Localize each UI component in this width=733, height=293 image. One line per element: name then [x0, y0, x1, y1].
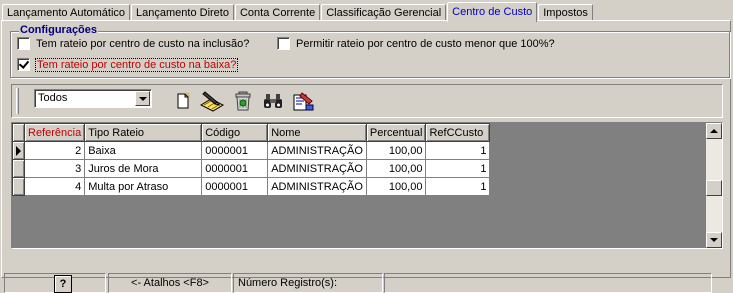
shortcuts-label: <- Atalhos <F8> — [131, 277, 209, 289]
rateio-table: Referência Tipo Rateio Código Nome Perce… — [12, 123, 491, 196]
config-group: Configurações Tem rateio por centro de c… — [10, 24, 730, 78]
cell-percentual[interactable]: 100,00 — [365, 141, 427, 160]
config-group-title: Configurações — [19, 24, 99, 36]
filter-select-value: Todos — [38, 92, 68, 104]
records-label: Número Registro(s): — [238, 277, 338, 289]
row-indicator[interactable] — [12, 177, 25, 196]
arrow-up-icon — [710, 129, 718, 133]
table-row[interactable]: 3 Juros de Mora 0000001 ADMINISTRAÇÃO 10… — [12, 159, 491, 178]
scroll-up-button[interactable] — [706, 123, 722, 139]
status-bar: ? <- Atalhos <F8> Número Registro(s): — [4, 273, 733, 293]
cell-tipo-rateio[interactable]: Juros de Mora — [84, 159, 203, 178]
cell-tipo-rateio[interactable]: Baixa — [84, 141, 203, 160]
report-button[interactable] — [292, 90, 314, 112]
cell-referencia[interactable]: 2 — [23, 141, 86, 160]
label-rateio-inclusao: Tem rateio por centro de custo na inclus… — [36, 37, 250, 50]
arrow-down-icon — [710, 238, 718, 242]
cell-referencia[interactable]: 3 — [23, 159, 86, 178]
header-indicator — [12, 123, 25, 142]
table-row[interactable]: 2 Baixa 0000001 ADMINISTRAÇÃO 100,00 1 — [12, 141, 491, 160]
checkbox-rateio-baixa[interactable] — [17, 58, 30, 71]
filter-select[interactable]: Todos — [34, 89, 152, 108]
toolbar: Todos — [11, 84, 723, 118]
cell-nome[interactable]: ADMINISTRAÇÃO — [267, 141, 367, 160]
cell-referencia[interactable]: 4 — [23, 177, 86, 196]
tab-classificacao-gerencial[interactable]: Classificação Gerencial — [321, 4, 447, 21]
report-icon — [293, 92, 314, 111]
checkbox-rateio-inclusao[interactable] — [17, 37, 30, 50]
tab-impostos[interactable]: Impostos — [538, 4, 593, 21]
status-panel-help: ? — [4, 273, 106, 293]
scroll-down-button[interactable] — [706, 232, 722, 248]
tab-conta-corrente[interactable]: Conta Corrente — [234, 4, 321, 21]
row-indicator[interactable] — [12, 159, 25, 178]
tab-centro-de-custo[interactable]: Centro de Custo — [447, 2, 538, 22]
cell-refccusto[interactable]: 1 — [425, 141, 491, 160]
toolbar-grip[interactable] — [16, 88, 19, 114]
search-button[interactable] — [262, 90, 284, 112]
rateio-grid: Referência Tipo Rateio Código Nome Perce… — [11, 122, 723, 249]
option-rateio-menor-100[interactable]: Permitir rateio por centro de custo meno… — [277, 37, 555, 50]
binoculars-search-icon — [264, 94, 282, 108]
cell-tipo-rateio[interactable]: Multa por Atraso — [84, 177, 203, 196]
tab-bar: Lançamento Automático Lançamento Direto … — [2, 2, 594, 22]
current-row-arrow-icon — [16, 145, 21, 156]
label-rateio-baixa: Tem rateio por centro de custo na baixa? — [34, 57, 239, 72]
edit-button[interactable] — [198, 90, 226, 112]
checkbox-rateio-menor-100[interactable] — [277, 37, 290, 50]
status-panel-empty — [384, 273, 712, 293]
status-panel-records: Número Registro(s): — [233, 273, 383, 293]
table-header-row: Referência Tipo Rateio Código Nome Perce… — [12, 123, 491, 142]
column-header-nome[interactable]: Nome — [267, 123, 367, 142]
cell-refccusto[interactable]: 1 — [425, 159, 491, 178]
cell-percentual[interactable]: 100,00 — [365, 159, 427, 178]
tab-panel: Configurações Tem rateio por centro de c… — [1, 20, 731, 293]
cell-codigo[interactable]: 0000001 — [201, 177, 269, 196]
cell-codigo[interactable]: 0000001 — [201, 141, 269, 160]
scroll-thumb[interactable] — [706, 180, 722, 196]
help-button[interactable]: ? — [54, 275, 72, 293]
status-panel-shortcuts: <- Atalhos <F8> — [108, 273, 232, 293]
delete-button[interactable] — [232, 90, 254, 112]
new-document-icon — [177, 92, 191, 109]
chevron-down-icon — [138, 96, 147, 101]
cell-nome[interactable]: ADMINISTRAÇÃO — [267, 177, 367, 196]
column-header-percentual[interactable]: Percentual — [365, 123, 427, 142]
table-row[interactable]: 4 Multa por Atraso 0000001 ADMINISTRAÇÃO… — [12, 177, 491, 196]
column-header-tipo-rateio[interactable]: Tipo Rateio — [84, 123, 203, 142]
tab-lancamento-direto[interactable]: Lançamento Direto — [131, 4, 234, 21]
cell-nome[interactable]: ADMINISTRAÇÃO — [267, 159, 367, 178]
new-button[interactable] — [172, 90, 194, 112]
column-header-refccusto[interactable]: RefCCusto — [425, 123, 491, 142]
label-rateio-menor-100: Permitir rateio por centro de custo meno… — [296, 37, 555, 50]
grid-vertical-scrollbar[interactable] — [706, 123, 722, 248]
option-rateio-baixa[interactable]: Tem rateio por centro de custo na baixa? — [17, 57, 239, 72]
cell-codigo[interactable]: 0000001 — [201, 159, 269, 178]
column-header-referencia[interactable]: Referência — [23, 123, 86, 142]
option-rateio-inclusao[interactable]: Tem rateio por centro de custo na inclus… — [17, 37, 249, 50]
tab-lancamento-automatico[interactable]: Lançamento Automático — [2, 4, 131, 21]
column-header-codigo[interactable]: Código — [201, 123, 269, 142]
cell-refccusto[interactable]: 1 — [425, 177, 491, 196]
filter-dropdown-button[interactable] — [135, 91, 150, 106]
delete-bin-icon — [235, 91, 251, 111]
cell-percentual[interactable]: 100,00 — [365, 177, 427, 196]
row-indicator[interactable] — [12, 141, 25, 160]
edit-icon — [199, 91, 225, 112]
